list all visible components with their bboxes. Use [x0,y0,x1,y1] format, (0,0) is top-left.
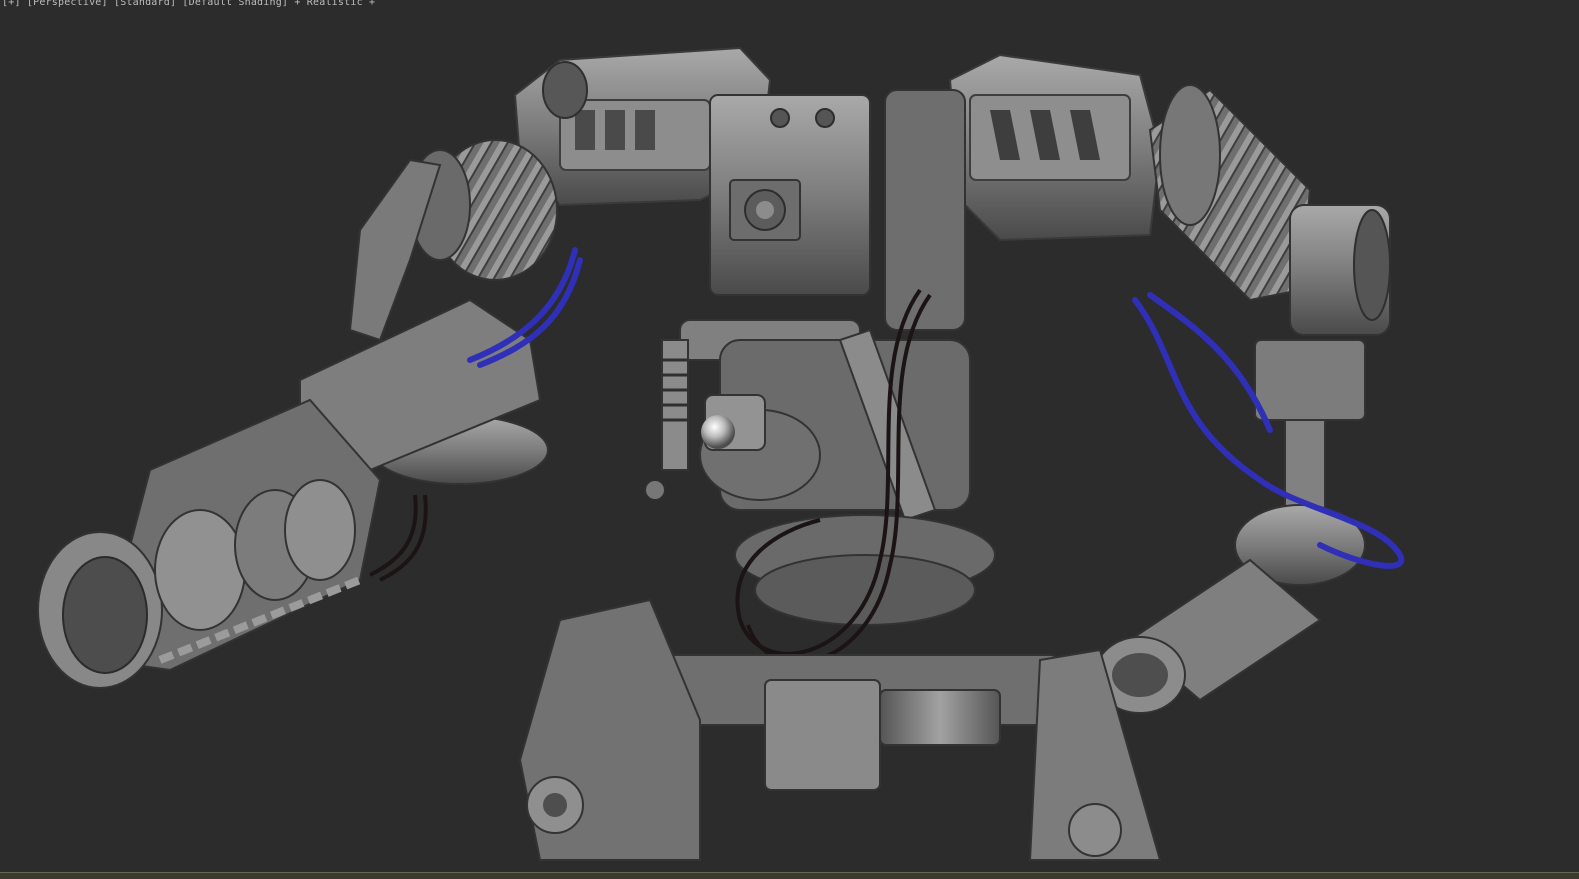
viewport-bottom-border [0,872,1579,879]
right-twist-joint [1148,84,1391,336]
right-shoulder [948,53,1162,242]
3d-viewport[interactable]: [+] [Perspective] [Standard] [Default Sh… [0,0,1579,879]
mech-robot-model[interactable] [0,0,1579,879]
right-cannon [1094,339,1366,714]
hip-assembly [518,598,1162,861]
